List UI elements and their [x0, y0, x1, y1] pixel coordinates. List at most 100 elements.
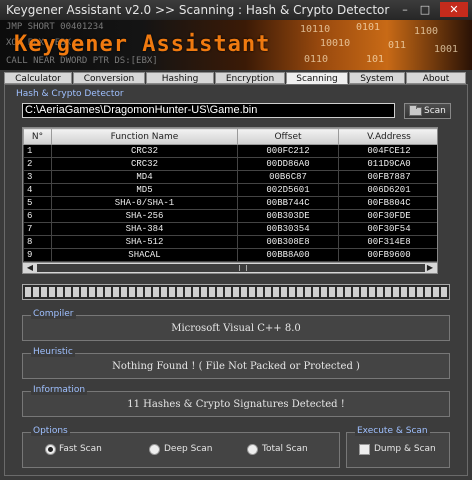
table-row[interactable]: 7 SHA-384 00B30354 00F30F54	[23, 222, 437, 236]
folder-icon	[409, 105, 422, 116]
table-row[interactable]: 8 SHA-512 00B308E8 00F314E8	[23, 235, 437, 249]
detector-section-title: Hash & Crypto Detector	[16, 89, 124, 99]
scroll-left-icon[interactable]: ◀	[23, 263, 37, 273]
heuristic-group: Heuristic Nothing Found ! ( File Not Pac…	[22, 347, 450, 379]
binary-digits: 10110	[300, 24, 331, 35]
tab-about[interactable]: About	[406, 72, 466, 84]
information-label: Information	[31, 385, 88, 395]
compiler-label: Compiler	[31, 309, 76, 319]
horizontal-scrollbar[interactable]: ◀ ▶	[22, 262, 438, 274]
cell-number: 6	[23, 209, 52, 223]
scroll-right-icon[interactable]: ▶	[423, 263, 437, 273]
dump-scan-label[interactable]: Dump & Scan	[374, 444, 436, 454]
cell-function-name: CRC32	[51, 144, 238, 158]
compiler-group: Compiler Microsoft Visual C++ 8.0	[22, 309, 450, 341]
cell-vaddress: 004FCE12	[338, 144, 437, 158]
cell-offset: 00B30354	[237, 222, 339, 236]
cell-offset: 00DD86A0	[237, 157, 339, 171]
table-row[interactable]: 9 SHACAL 00BB8A00 00FB9600	[23, 248, 437, 262]
binary-digits: 1001	[434, 44, 459, 55]
scan-button[interactable]: Scan	[404, 103, 451, 119]
table-row[interactable]: 6 SHA-256 00B303DE 00F30FDE	[23, 209, 437, 223]
tab-scanning[interactable]: Scanning	[286, 72, 348, 84]
cell-offset: 00B303DE	[237, 209, 339, 223]
tab-conversion[interactable]: Conversion	[73, 72, 145, 84]
tab-system[interactable]: System	[349, 72, 405, 84]
fast-scan-label[interactable]: Fast Scan	[59, 444, 102, 454]
column-header-offset[interactable]: Offset	[237, 128, 339, 145]
grip-icon	[239, 265, 247, 271]
cell-number: 4	[23, 183, 52, 197]
binary-digits: 0110	[304, 54, 329, 65]
close-button[interactable]: ✕	[440, 2, 468, 17]
tab-encryption[interactable]: Encryption	[215, 72, 285, 84]
deep-scan-radio[interactable]	[149, 444, 160, 455]
maximize-button[interactable]: □	[416, 2, 434, 17]
cell-number: 2	[23, 157, 52, 171]
deep-scan-label[interactable]: Deep Scan	[164, 444, 212, 454]
cell-vaddress: 00F30FDE	[338, 209, 437, 223]
scan-button-label: Scan	[424, 106, 446, 116]
tab-calculator[interactable]: Calculator	[4, 72, 72, 84]
cell-function-name: SHA-512	[51, 235, 238, 249]
table-row[interactable]: 4 MD5 002D5601 006D6201	[23, 183, 437, 197]
banner-asm-line: JMP SHORT 00401234	[6, 22, 104, 32]
results-header-row: N° Function Name Offset V.Address	[23, 128, 437, 145]
cell-vaddress: 00F314E8	[338, 235, 437, 249]
cell-function-name: SHACAL	[51, 248, 238, 262]
banner: JMP SHORT 00401234 XOR EBX, EBX CALL NEA…	[0, 20, 472, 70]
options-group: Options Fast Scan Deep Scan Total Scan	[22, 426, 340, 468]
fast-scan-radio[interactable]	[45, 444, 56, 455]
heuristic-label: Heuristic	[31, 347, 75, 357]
cell-vaddress: 00FB9600	[338, 248, 437, 262]
heuristic-value: Nothing Found ! ( File Not Packed or Pro…	[112, 361, 360, 372]
cell-number: 3	[23, 170, 52, 184]
binary-digits: 011	[388, 40, 407, 51]
cell-offset: 000FC212	[237, 144, 339, 158]
tab-hashing[interactable]: Hashing	[146, 72, 214, 84]
table-row[interactable]: 3 MD4 00B6C87 00FB7887	[23, 170, 437, 184]
cell-offset: 00BB744C	[237, 196, 339, 210]
scrollbar-thumb[interactable]	[37, 264, 425, 272]
minimize-button[interactable]: –	[396, 2, 414, 17]
information-group: Information 11 Hashes & Crypto Signature…	[22, 385, 450, 417]
cell-vaddress: 00FB7887	[338, 170, 437, 184]
binary-digits: 10010	[320, 38, 351, 49]
total-scan-radio[interactable]	[247, 444, 258, 455]
cell-number: 7	[23, 222, 52, 236]
column-header-function-name[interactable]: Function Name	[51, 128, 238, 145]
cell-vaddress: 00F30F54	[338, 222, 437, 236]
cell-vaddress: 006D6201	[338, 183, 437, 197]
banner-binary-art: 10110 0101 1100 10010 011 1001 0110 101	[296, 22, 466, 68]
table-row[interactable]: 5 SHA-0/SHA-1 00BB744C 00FB804C	[23, 196, 437, 210]
dump-scan-checkbox[interactable]	[359, 444, 370, 455]
banner-asm-line: CALL NEAR DWORD PTR DS:[EBX]	[6, 56, 158, 66]
total-scan-label[interactable]: Total Scan	[262, 444, 308, 454]
cell-number: 5	[23, 196, 52, 210]
column-header-vaddress[interactable]: V.Address	[338, 128, 437, 145]
scan-progress-bar	[22, 284, 450, 300]
cell-function-name: MD5	[51, 183, 238, 197]
cell-function-name: SHA-256	[51, 209, 238, 223]
cell-function-name: SHA-384	[51, 222, 238, 236]
binary-digits: 0101	[356, 22, 381, 33]
cell-vaddress: 00FB804C	[338, 196, 437, 210]
cell-offset: 00B6C87	[237, 170, 339, 184]
cell-vaddress: 011D9CA0	[338, 157, 437, 171]
cell-function-name: SHA-0/SHA-1	[51, 196, 238, 210]
cell-number: 9	[23, 248, 52, 262]
binary-digits: 101	[366, 54, 385, 65]
file-path-field[interactable]: C:\AeriaGames\DragomonHunter-US\Game.bin	[22, 103, 395, 118]
banner-logo: Keygener Assistant	[14, 32, 271, 57]
table-row[interactable]: 1 CRC32 000FC212 004FCE12	[23, 144, 437, 158]
title-bar: Keygener Assistant v2.0 >> Scanning : Ha…	[0, 0, 472, 20]
compiler-value: Microsoft Visual C++ 8.0	[171, 323, 301, 334]
cell-offset: 002D5601	[237, 183, 339, 197]
results-table[interactable]: N° Function Name Offset V.Address 1 CRC32…	[22, 127, 438, 264]
cell-offset: 00BB8A00	[237, 248, 339, 262]
execute-label: Execute & Scan	[355, 426, 430, 436]
table-row[interactable]: 2 CRC32 00DD86A0 011D9CA0	[23, 157, 437, 171]
column-header-number[interactable]: N°	[23, 128, 52, 145]
window-title: Keygener Assistant v2.0 >> Scanning : Ha…	[6, 3, 390, 17]
execute-group: Execute & Scan Dump & Scan	[346, 426, 450, 468]
